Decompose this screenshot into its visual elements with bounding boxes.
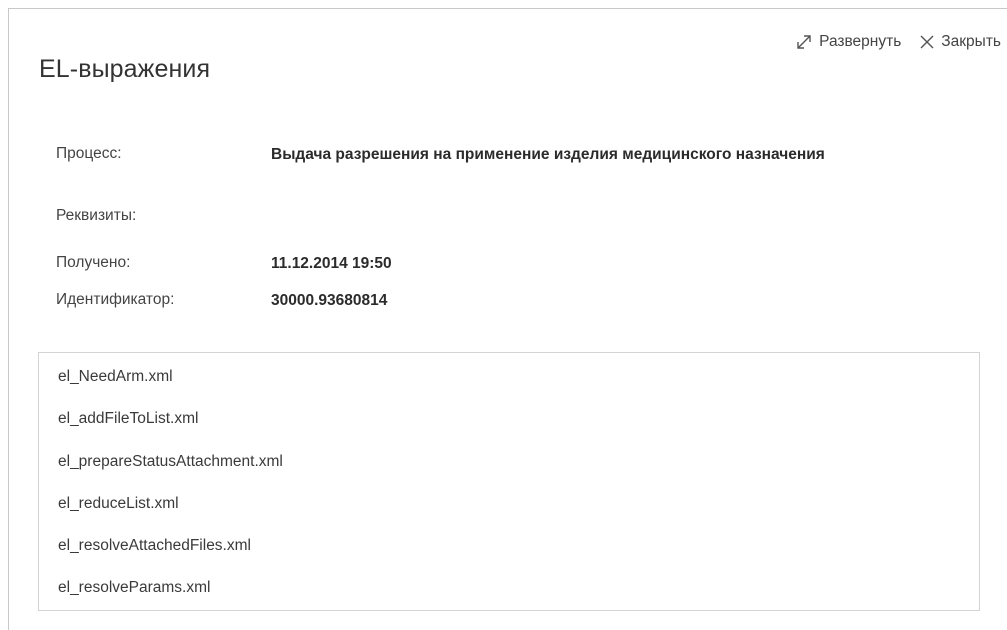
process-value: Выдача разрешения на применение изделия … xyxy=(271,146,825,163)
panel-title: EL-выражения xyxy=(39,55,211,83)
info-row-requisites: Реквизиты: xyxy=(56,207,931,225)
received-value: 11.12.2014 19:50 xyxy=(271,255,392,272)
file-list: el_NeedArm.xml el_addFileToList.xml el_p… xyxy=(38,352,980,611)
el-expressions-panel: EL-выражения Развернуть Закрыть Процесс:… xyxy=(8,8,1007,630)
close-button[interactable]: Закрыть xyxy=(919,33,1001,51)
file-list-item[interactable]: el_resolveParams.xml xyxy=(58,579,210,597)
process-label: Процесс: xyxy=(56,145,122,162)
close-x-icon xyxy=(920,35,934,49)
received-label: Получено: xyxy=(56,254,131,271)
requisites-label: Реквизиты: xyxy=(56,207,137,224)
close-label: Закрыть xyxy=(941,33,1001,50)
info-row-received: Получено: 11.12.2014 19:50 xyxy=(56,254,931,274)
file-list-item[interactable]: el_NeedArm.xml xyxy=(58,368,173,386)
panel-actions: Развернуть Закрыть xyxy=(795,33,1001,51)
expand-button[interactable]: Развернуть xyxy=(795,33,901,51)
file-list-item[interactable]: el_resolveAttachedFiles.xml xyxy=(58,537,251,555)
identifier-label: Идентификатор: xyxy=(56,291,175,308)
file-list-item[interactable]: el_addFileToList.xml xyxy=(58,410,198,428)
info-row-identifier: Идентификатор: 30000.93680814 xyxy=(56,291,931,311)
expand-label: Развернуть xyxy=(819,33,902,50)
identifier-value: 30000.93680814 xyxy=(271,292,388,309)
info-row-process: Процесс: Выдача разрешения на применение… xyxy=(56,145,931,165)
file-list-item[interactable]: el_prepareStatusAttachment.xml xyxy=(58,453,283,471)
file-list-item[interactable]: el_reduceList.xml xyxy=(58,495,179,513)
expand-arrows-icon xyxy=(797,35,811,49)
